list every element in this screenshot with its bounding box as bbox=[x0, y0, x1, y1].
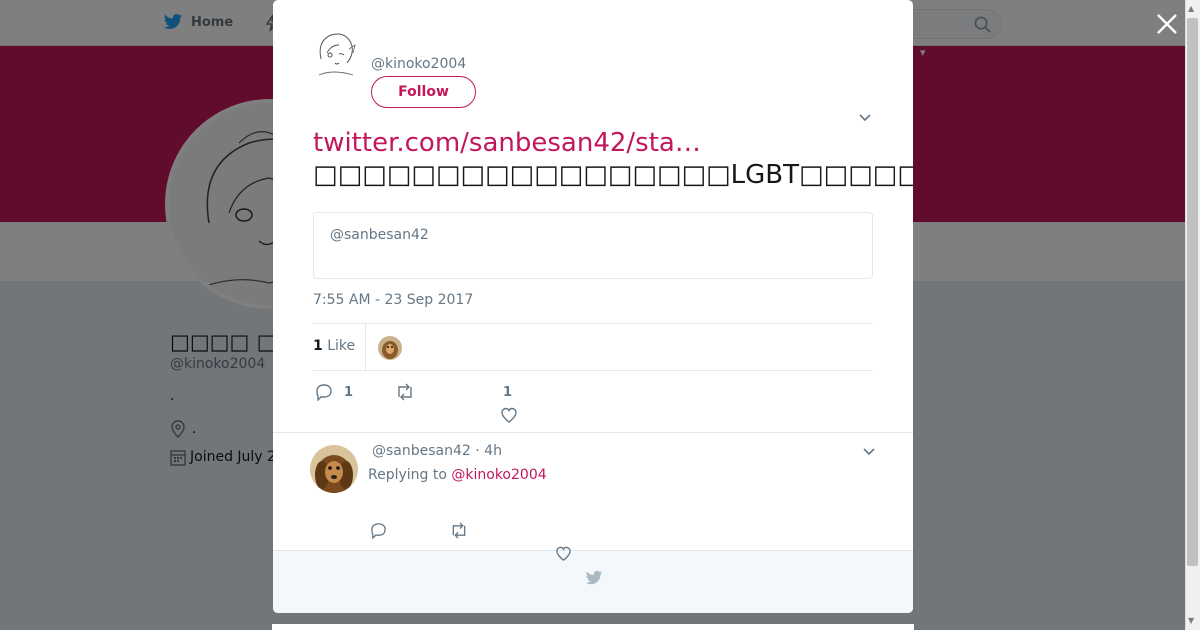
quoted-tweet-card[interactable]: @sanbesan42 bbox=[313, 212, 873, 279]
section-divider bbox=[273, 432, 913, 433]
likes-label: Like bbox=[327, 338, 356, 354]
tweet-modal: @kinoko2004 Follow twitter.com/sanbesan4… bbox=[273, 0, 913, 613]
scrollbar-thumb[interactable] bbox=[1187, 18, 1198, 566]
chevron-down-icon[interactable] bbox=[862, 446, 876, 458]
stats-divider bbox=[365, 324, 366, 370]
modal-footer bbox=[273, 550, 913, 613]
tweet-link[interactable]: twitter.com/sanbesan42/sta… bbox=[313, 128, 701, 158]
heart-icon[interactable] bbox=[500, 407, 518, 424]
replying-prefix: Replying to bbox=[368, 467, 452, 483]
likes-count: 1 bbox=[313, 338, 323, 354]
next-tweet-edge bbox=[272, 624, 914, 630]
tweet-text: □□□□□□□□□□□□□□□□□LGBT□□□□□□□□□□□□□□□□□□□… bbox=[313, 160, 913, 190]
reply-author-avatar[interactable] bbox=[310, 445, 358, 493]
liker-avatar[interactable] bbox=[378, 336, 402, 360]
reply-icon[interactable] bbox=[315, 383, 333, 401]
reply-icon[interactable] bbox=[370, 522, 387, 539]
reply-count: 1 bbox=[344, 385, 354, 400]
close-icon[interactable] bbox=[1155, 12, 1179, 36]
author-avatar[interactable] bbox=[313, 29, 359, 79]
follow-button[interactable]: Follow bbox=[371, 76, 476, 108]
chevron-down-icon[interactable] bbox=[858, 112, 872, 124]
retweet-icon[interactable] bbox=[395, 383, 415, 401]
heart-icon[interactable] bbox=[555, 546, 572, 562]
author-handle[interactable]: @kinoko2004 bbox=[371, 56, 466, 72]
replying-to-link[interactable]: @kinoko2004 bbox=[451, 467, 546, 483]
scroll-down-arrow[interactable]: ▼ bbox=[1188, 616, 1194, 625]
retweet-icon[interactable] bbox=[449, 522, 469, 539]
tweet-actions: 1 1 bbox=[313, 380, 873, 423]
like-count: 1 bbox=[503, 385, 513, 400]
quoted-tweet-handle: @sanbesan42 bbox=[330, 227, 429, 243]
tweet-stats: 1 Like bbox=[313, 323, 873, 371]
tweet-timestamp[interactable]: 7:55 AM - 23 Sep 2017 bbox=[313, 292, 473, 308]
scroll-up-arrow[interactable]: ▲ bbox=[1188, 4, 1194, 13]
twitter-bird-icon bbox=[585, 570, 603, 585]
replying-to: Replying to @kinoko2004 bbox=[368, 467, 547, 483]
likes-stat[interactable]: 1 Like bbox=[313, 338, 355, 354]
reply-meta[interactable]: @sanbesan42 · 4h bbox=[372, 443, 502, 459]
